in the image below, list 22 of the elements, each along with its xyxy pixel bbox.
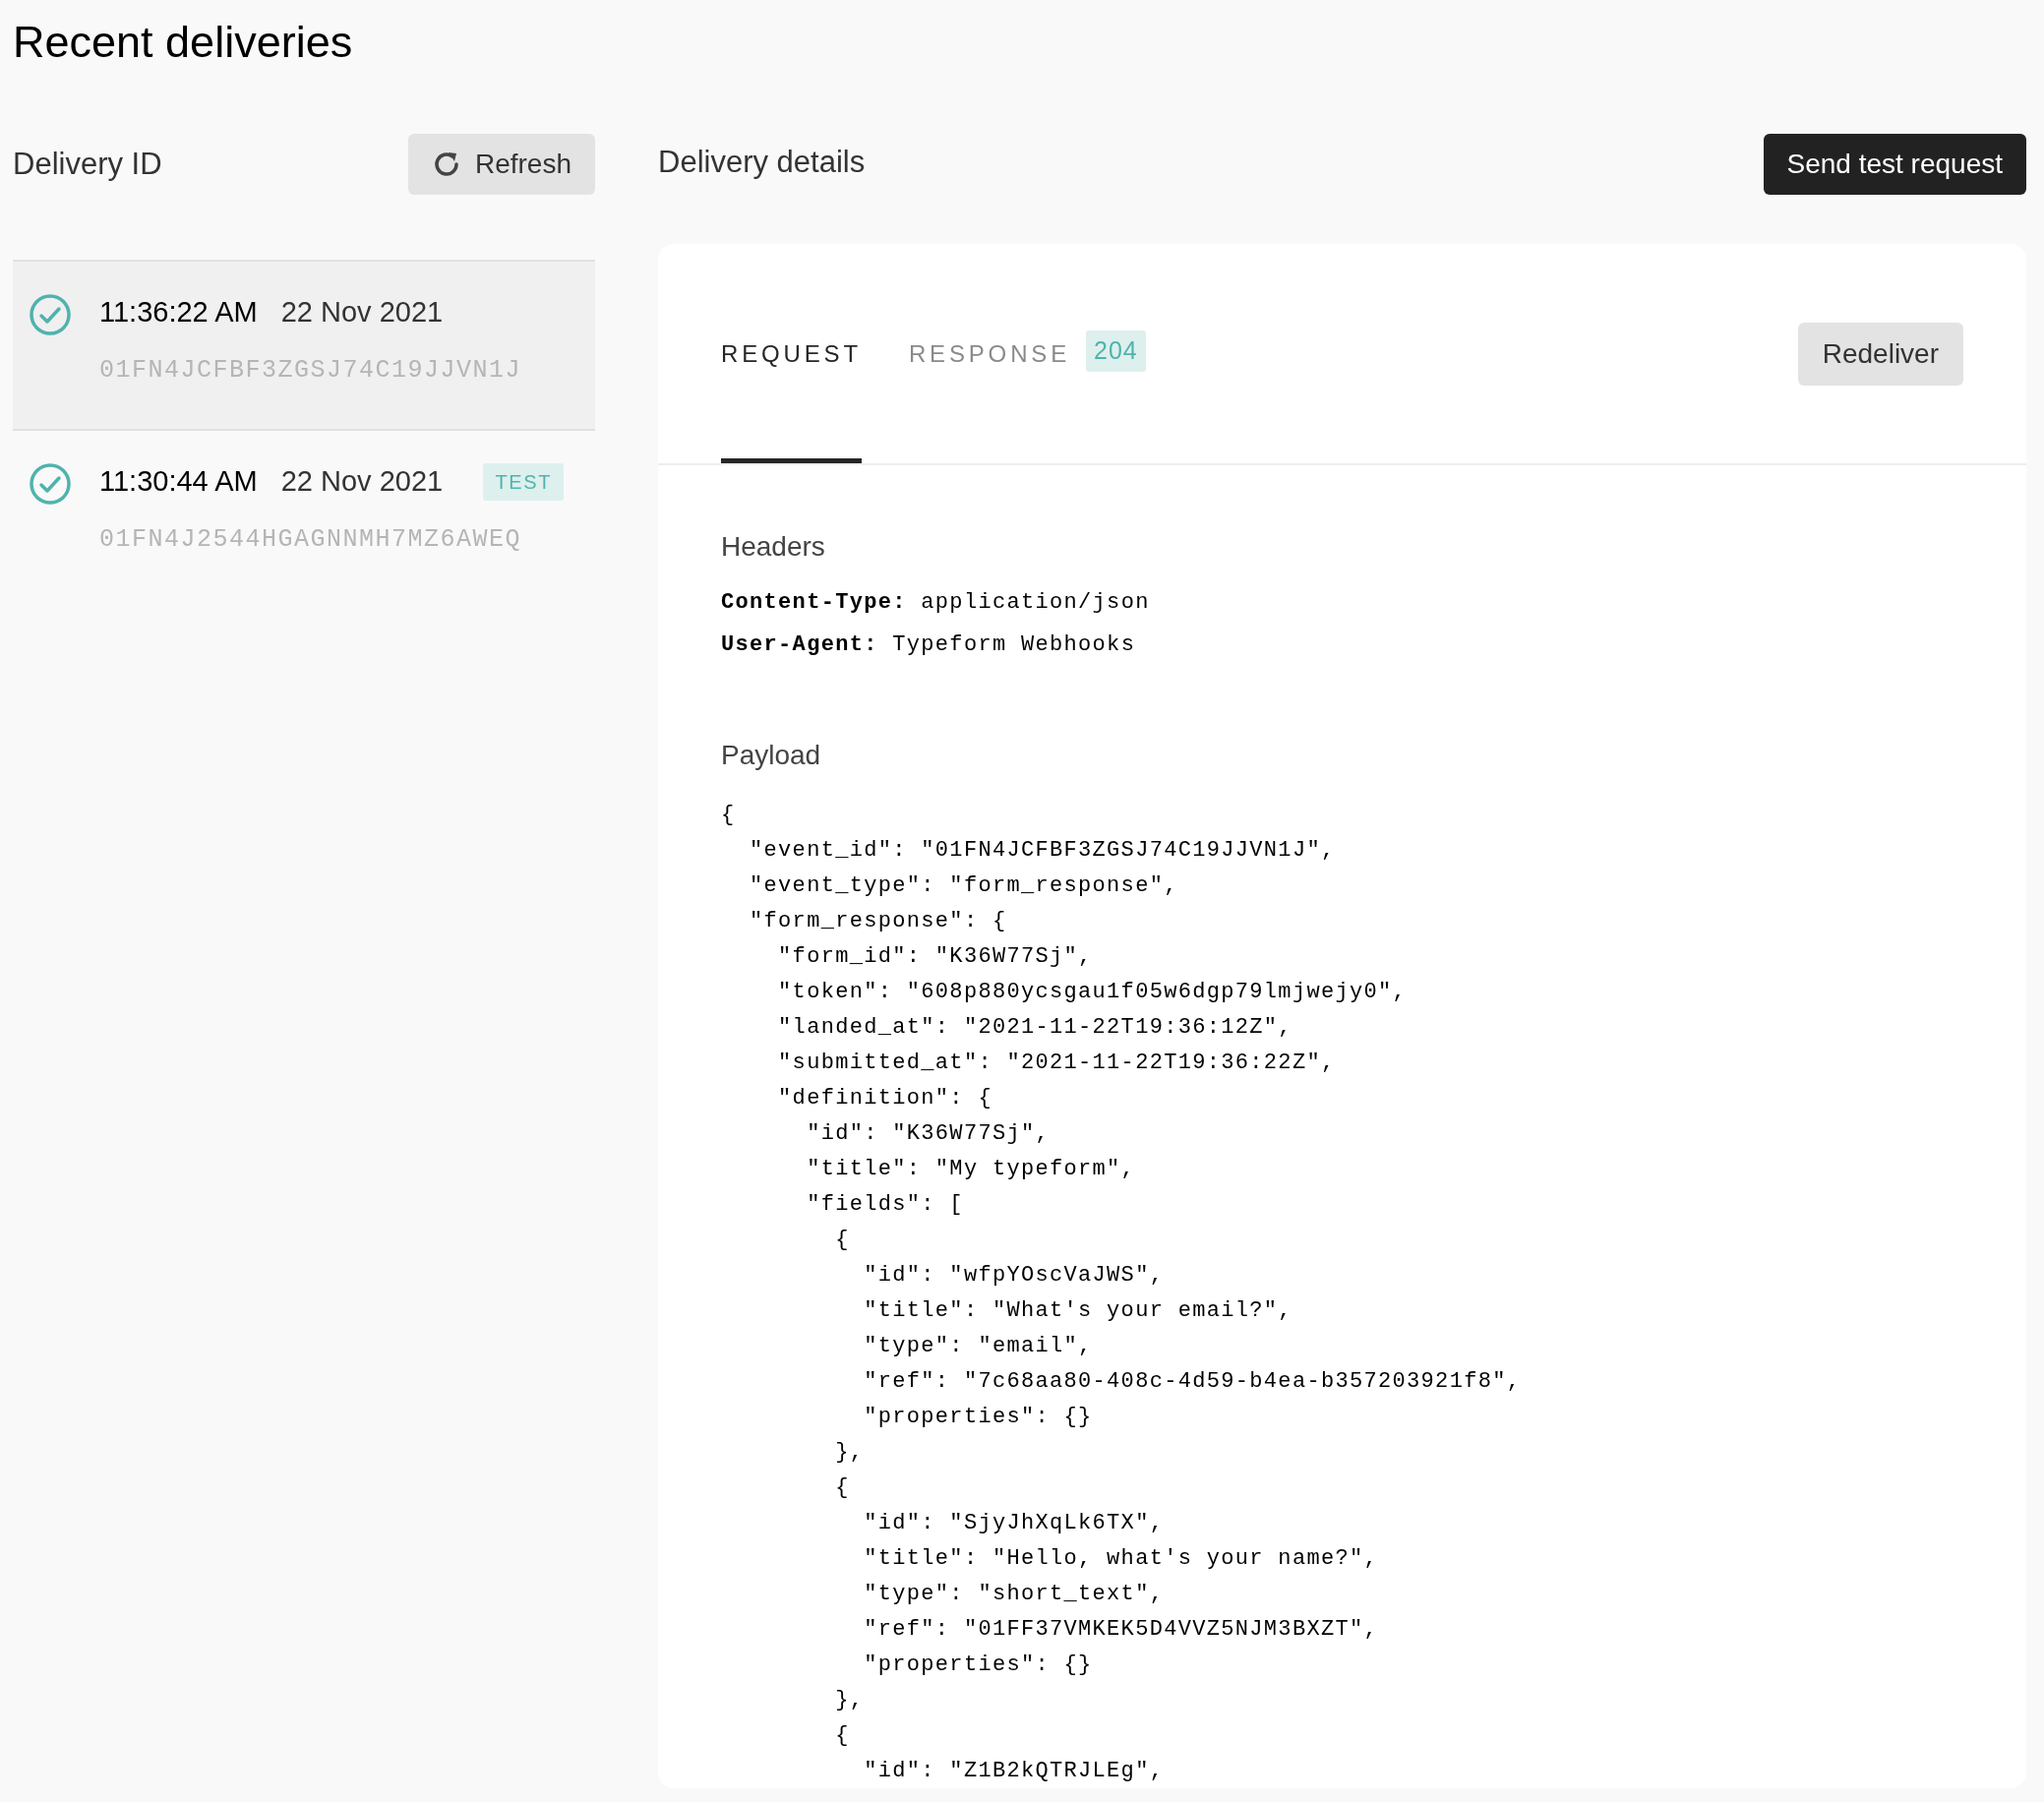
delivery-time: 11:36:22 AM: [99, 295, 258, 330]
delivery-id: 01FN4J2544HGAGNNMH7MZ6AWEQ: [99, 523, 523, 556]
details-title: Delivery details: [658, 144, 866, 181]
refresh-button[interactable]: Refresh: [407, 134, 595, 195]
column-title: Delivery ID: [13, 145, 162, 183]
header-line: Content-Type: application/json: [721, 589, 1151, 617]
payload-code: { "event_id": "01FN4JCFBF3ZGSJ74C19JJVN1J", "event_type": "form_response", "form_response": { "form_id": "K36W77Sj", "token": "608p880ycsgau1f05w6dgp79lmjwejy0", "landed_at": "2021-11-22T19:36:12Z", "submitted_at": "2021-11-22T19:36:22Z", "definition": { "id": "K36W77Sj", "title": "My typeform", "fields": [ { "id": "wfpYOscVaJWS", "title": "What's your email?", "type": "email", "ref": "7c68aa80-408c-4d59-b4ea-b357203921f8", "properties": {} }, { "id": "SjyJhXqLk6TX", "title": "Hello, what's your name?", "type": "short_text", "ref": "01FF37VMKEK5D4VVZ5NJM3BXZT", "properties": {} }, { "id": "Z1B2kQTRJLEg",: [721, 802, 1523, 1785]
page-title: Recent deliveries: [13, 16, 354, 69]
header-line: User-Agent: Typeform Webhooks: [721, 631, 1137, 659]
delivery-row[interactable]: 11:36:22 AM 22 Nov 2021 01FN4JCFBF3ZGSJ74C19JJVN1J: [13, 262, 595, 431]
test-badge: TEST: [483, 462, 564, 501]
delivery-time: 11:30:44 AM: [99, 463, 258, 499]
section-title: Headers: [721, 530, 826, 564]
section-title: Payload: [721, 739, 822, 772]
tab[interactable]: REQUEST: [721, 323, 862, 463]
delivery-row[interactable]: 11:30:44 AM 22 Nov 2021 TEST 01FN4J2544HGAGNNMH7MZ6AWEQ: [13, 430, 595, 597]
delivery-date: 22 Nov 2021: [280, 463, 444, 499]
redeliver-button[interactable]: Redeliver: [1797, 323, 1963, 386]
delivery-date: 22 Nov 2021: [280, 295, 444, 330]
status-code-badge: 204: [1086, 330, 1146, 372]
send-test-request-button[interactable]: Send test request: [1763, 134, 2026, 195]
delivery-id: 01FN4JCFBF3ZGSJ74C19JJVN1J: [99, 355, 523, 387]
